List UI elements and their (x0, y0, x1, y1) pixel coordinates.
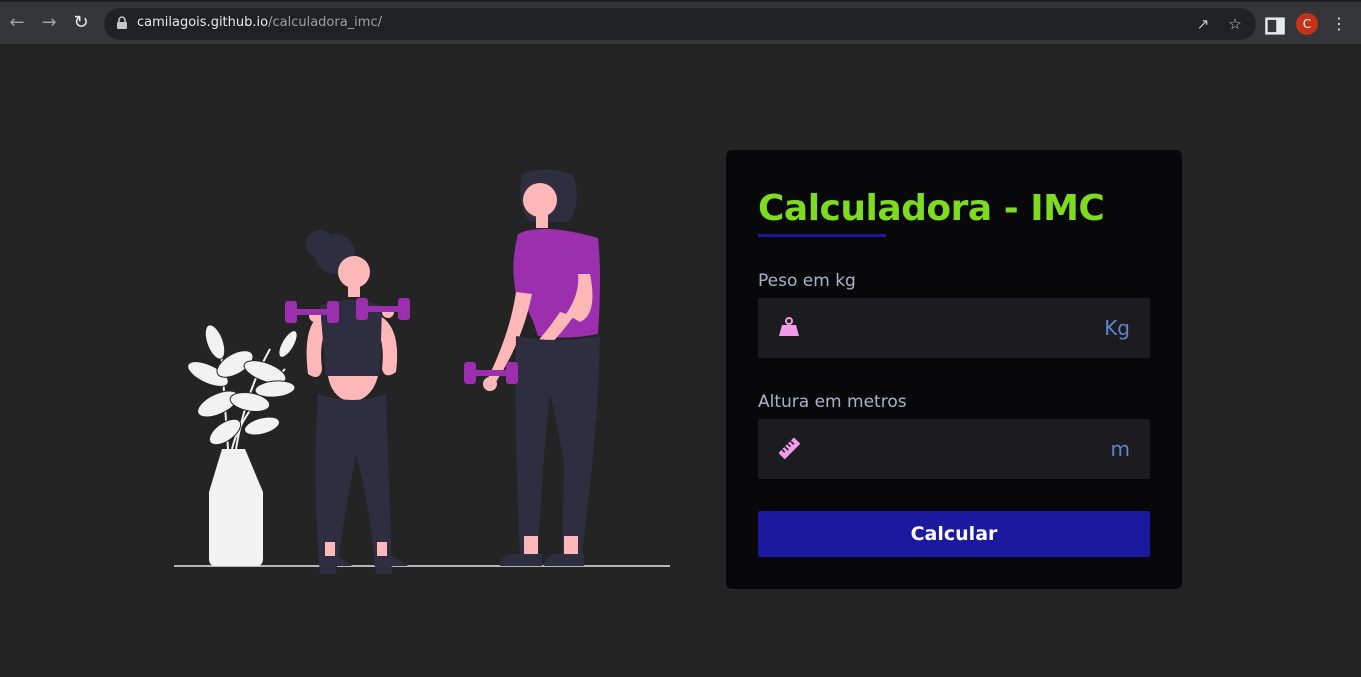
weight-field[interactable]: Kg (758, 298, 1150, 358)
browser-toolbar: ← → ↻ camilagois.github.io/calculadora_i… (0, 0, 1361, 44)
height-field[interactable]: m (758, 419, 1150, 479)
page-title: Calculadora - IMC (758, 188, 1105, 229)
calculate-button[interactable]: Calcular (758, 511, 1150, 557)
star-icon[interactable]: ☆ (1225, 14, 1245, 34)
woman-holding-dumbbell (464, 169, 600, 566)
back-arrow-icon[interactable]: ← (5, 11, 29, 35)
side-panel-icon[interactable] (1264, 15, 1286, 37)
weight-label: Peso em kg (758, 271, 856, 291)
forward-arrow-icon[interactable]: → (37, 11, 61, 35)
woman-lifting-dumbbells (285, 230, 410, 574)
page-body: Calculadora - IMC Peso em kg Kg Altura e… (0, 44, 1361, 677)
share-icon[interactable]: ↗ (1193, 14, 1213, 34)
url-text[interactable]: camilagois.github.io/calculadora_imc/ (137, 15, 382, 30)
weight-icon (779, 317, 799, 336)
height-input[interactable] (816, 429, 1086, 469)
title-underline (758, 234, 886, 237)
profile-avatar[interactable]: C (1296, 13, 1318, 35)
weight-unit: Kg (1104, 316, 1130, 340)
fitness-illustration (174, 169, 670, 574)
address-bar[interactable]: camilagois.github.io/calculadora_imc/ ↗ … (104, 8, 1256, 40)
reload-icon[interactable]: ↻ (69, 11, 93, 35)
potted-plant (187, 324, 298, 566)
kebab-menu-icon[interactable]: ⋮ (1328, 13, 1350, 35)
height-label: Altura em metros (758, 392, 907, 412)
lock-icon[interactable] (116, 16, 128, 30)
url-domain: camilagois.github.io (137, 15, 269, 30)
height-unit: m (1110, 437, 1130, 461)
url-path: /calculadora_imc/ (268, 15, 382, 30)
bmi-calculator-card: Calculadora - IMC Peso em kg Kg Altura e… (726, 150, 1182, 589)
ruler-icon (778, 437, 800, 459)
weight-input[interactable] (816, 308, 1086, 348)
